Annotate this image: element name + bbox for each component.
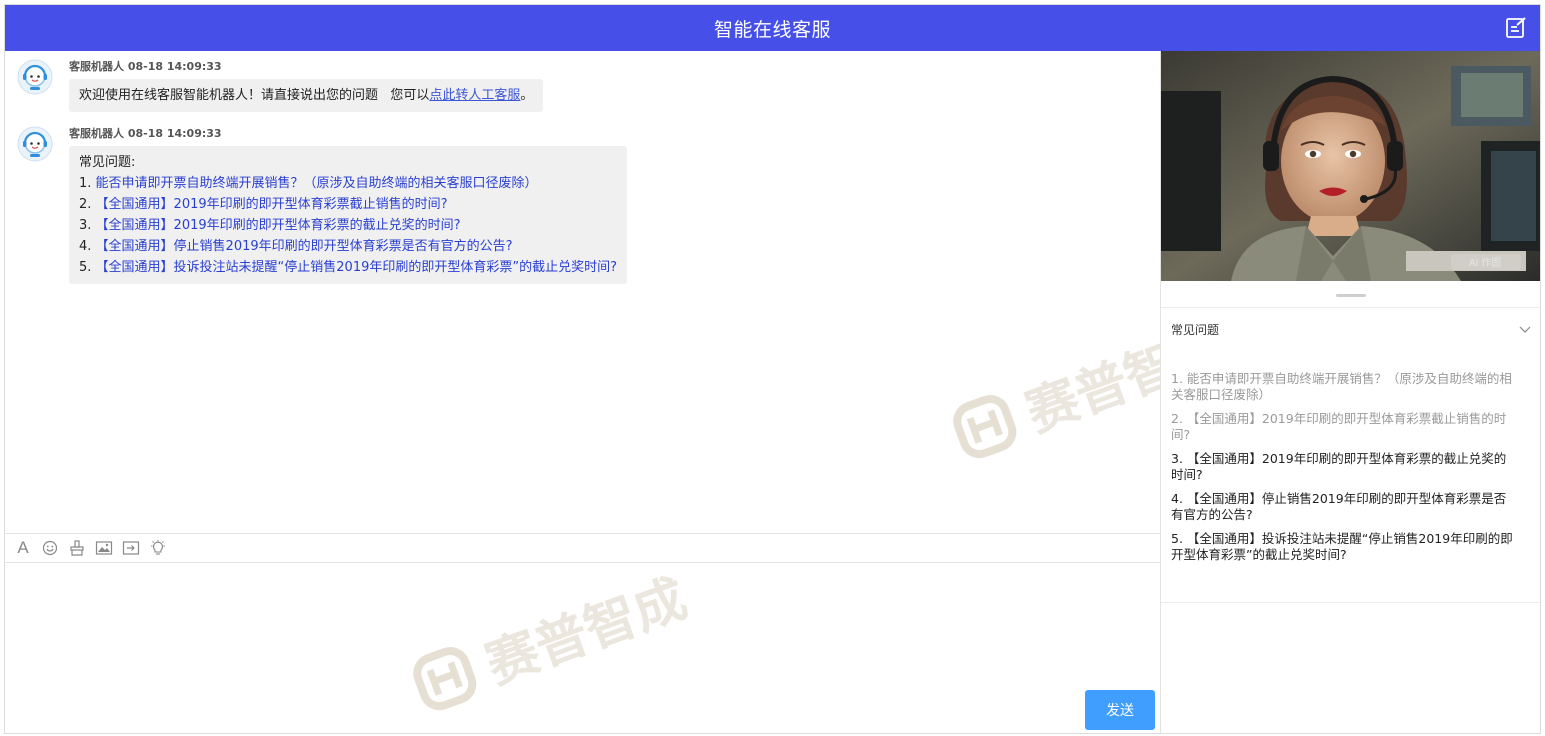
faq-question-link[interactable]: 【全国通用】2019年印刷的即开型体育彩票的截止兑奖的时间? xyxy=(96,218,461,233)
header-bar: 智能在线客服 xyxy=(5,5,1540,51)
welcome-text-end: 。 xyxy=(520,88,534,103)
input-toolbar: A xyxy=(5,533,1161,563)
faq-question[interactable]: 4. 【全国通用】停止销售2019年印刷的即开型体育彩票是否有官方的公告? xyxy=(79,236,617,257)
message-input-area: 赛普智成 发送 xyxy=(5,563,1161,733)
clear-icon[interactable] xyxy=(68,539,86,557)
edit-icon[interactable] xyxy=(1504,16,1528,40)
faq-question-link[interactable]: 能否申请即开票自助终端开展销售？（原涉及自助终端的相关客服口径废除） xyxy=(96,176,538,191)
watermark-text: 赛普智成 xyxy=(1018,316,1161,445)
watermark-logo-icon xyxy=(953,394,1017,458)
robot-avatar-icon xyxy=(17,59,53,95)
sender-name: 客服机器人 xyxy=(69,60,124,73)
faq-question-number: 1. xyxy=(79,176,92,191)
page-title: 智能在线客服 xyxy=(713,18,831,41)
divider xyxy=(1161,602,1540,603)
chevron-down-icon xyxy=(1519,326,1531,333)
faq-question-link[interactable]: 【全国通用】停止销售2019年印刷的即开型体育彩票是否有官方的公告? xyxy=(96,239,513,254)
emoji-icon[interactable] xyxy=(41,539,59,557)
faq-question-number: 5. xyxy=(79,260,92,275)
faq-list-item[interactable]: 3. 【全国通用】2019年印刷的即开型体育彩票的截止兑奖的时间? xyxy=(1171,451,1517,483)
divider xyxy=(1161,307,1540,308)
faq-question[interactable]: 3. 【全国通用】2019年印刷的即开型体育彩票的截止兑奖的时间? xyxy=(79,215,617,236)
message-time: 08-18 14:09:33 xyxy=(127,127,222,140)
faq-list-item[interactable]: 1. 能否申请即开票自助终端开展销售？（原涉及自助终端的相关客服口径废除） xyxy=(1171,371,1517,403)
welcome-text: 欢迎使用在线客服智能机器人！请直接说出您的问题 您可以 xyxy=(79,88,430,103)
bulb-icon[interactable] xyxy=(149,539,167,557)
faq-list-item[interactable]: 2. 【全国通用】2019年印刷的即开型体育彩票截止销售的时间? xyxy=(1171,411,1517,443)
message-bubble: 常见问题: 1. 能否申请即开票自助终端开展销售？（原涉及自助终端的相关客服口径… xyxy=(69,146,628,284)
font-icon[interactable]: A xyxy=(14,538,32,557)
sender-name: 客服机器人 xyxy=(69,127,124,140)
ai-badge: AI 作图 xyxy=(1469,257,1501,269)
faq-question[interactable]: 2. 【全国通用】2019年印刷的即开型体育彩票截止销售的时间? xyxy=(79,194,617,215)
image-icon[interactable] xyxy=(95,539,113,557)
faq-question-link[interactable]: 【全国通用】2019年印刷的即开型体育彩票截止销售的时间? xyxy=(96,197,448,212)
faq-list-item[interactable]: 5. 【全国通用】投诉投注站未提醒“停止销售2019年印刷的即开型体育彩票”的截… xyxy=(1171,531,1517,563)
message-meta: 客服机器人 08-18 14:09:33 xyxy=(69,125,222,141)
drag-handle[interactable] xyxy=(1336,294,1366,297)
watermark: 赛普智成 xyxy=(941,304,1161,472)
faq-question-link[interactable]: 【全国通用】投诉投注站未提醒“停止销售2019年印刷的即开型体育彩票”的截止兑奖… xyxy=(96,260,617,275)
message-input[interactable] xyxy=(11,569,1151,683)
agent-photo: AI 作图 xyxy=(1161,51,1540,281)
message-bubble: 欢迎使用在线客服智能机器人！请直接说出您的问题 您可以点此转人工客服。 xyxy=(69,79,544,112)
faq-intro: 常见问题: xyxy=(79,155,136,170)
faq-question-number: 2. xyxy=(79,197,92,212)
chat-window: 智能在线客服 客服机器人 08-18 14:09:33 欢迎使用在线客服智能机器… xyxy=(4,4,1541,734)
faq-question-number: 3. xyxy=(79,218,92,233)
faq-list-item[interactable]: 4. 【全国通用】停止销售2019年印刷的即开型体育彩票是否有官方的公告? xyxy=(1171,491,1517,523)
faq-list: 1. 能否申请即开票自助终端开展销售？（原涉及自助终端的相关客服口径废除） 2.… xyxy=(1171,371,1517,571)
file-icon[interactable] xyxy=(122,539,140,557)
message-meta: 客服机器人 08-18 14:09:33 xyxy=(69,58,222,74)
faq-question[interactable]: 5. 【全国通用】投诉投注站未提醒“停止销售2019年印刷的即开型体育彩票”的截… xyxy=(79,257,617,278)
message-time: 08-18 14:09:33 xyxy=(127,60,222,73)
robot-avatar-icon xyxy=(17,126,53,162)
faq-title: 常见问题 xyxy=(1171,323,1220,337)
transfer-human-link[interactable]: 点此转人工客服 xyxy=(429,88,520,103)
side-panel: AI 作图 常见问题 1. 能否申请即开票自助终端开展销售？（原涉及自助终端的相… xyxy=(1161,51,1540,733)
faq-collapse-header[interactable]: 常见问题 xyxy=(1171,321,1533,345)
faq-question[interactable]: 1. 能否申请即开票自助终端开展销售？（原涉及自助终端的相关客服口径废除） xyxy=(79,173,617,194)
faq-question-number: 4. xyxy=(79,239,92,254)
chat-message-area[interactable]: 客服机器人 08-18 14:09:33 欢迎使用在线客服智能机器人！请直接说出… xyxy=(5,51,1161,533)
send-button[interactable]: 发送 xyxy=(1085,690,1155,730)
